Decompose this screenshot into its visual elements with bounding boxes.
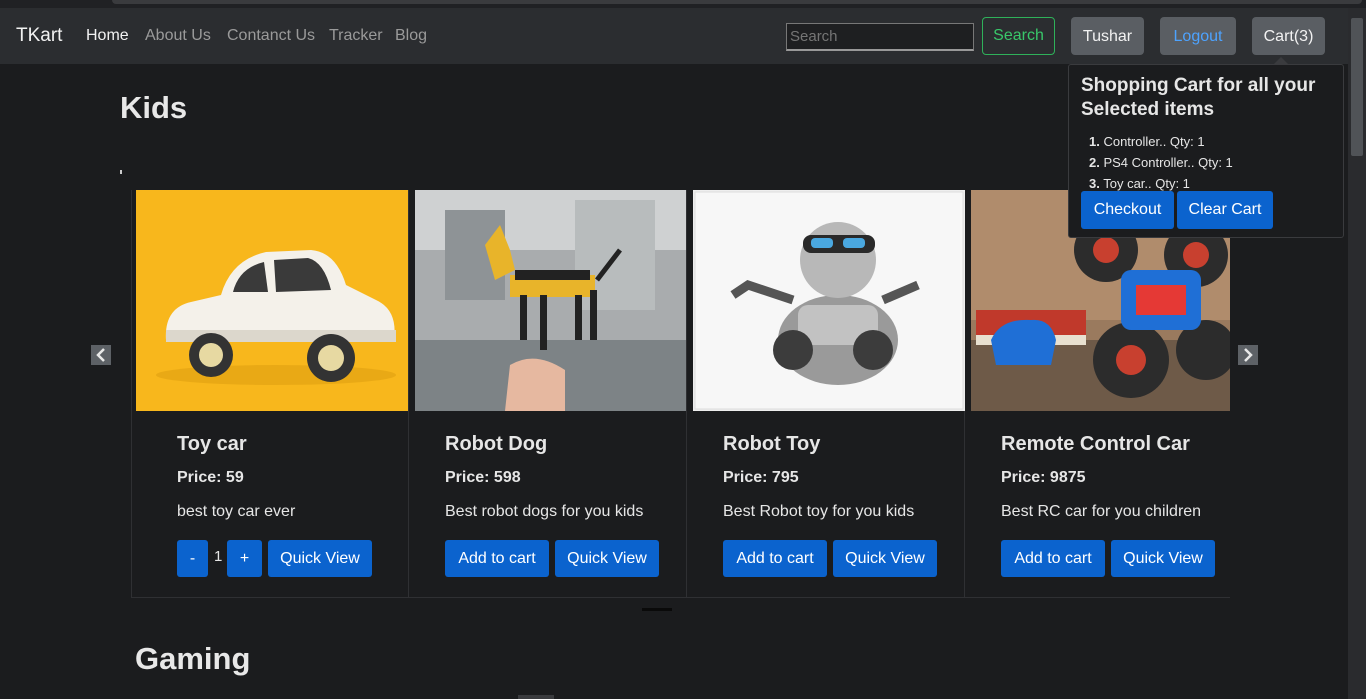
search-input[interactable] xyxy=(786,23,974,51)
chevron-right-icon xyxy=(1244,348,1253,362)
clear-cart-button[interactable]: Clear Cart xyxy=(1177,191,1273,229)
product-image-robot-toy xyxy=(693,190,965,411)
product-title: Robot Dog xyxy=(445,433,548,455)
product-title: Toy car xyxy=(177,433,247,455)
quick-view-button[interactable]: Quick View xyxy=(555,540,659,577)
cart-popover: Shopping Cart for all your Selected item… xyxy=(1068,57,1344,238)
carousel-indicator[interactable] xyxy=(642,608,672,611)
nav-link-contact[interactable]: Contanct Us xyxy=(227,27,315,45)
cart-popover-title: Shopping Cart for all your Selected item… xyxy=(1081,75,1316,120)
nav-link-blog[interactable]: Blog xyxy=(395,27,427,45)
cart-items-list: 1. Controller.. Qty: 1 2. PS4 Controller… xyxy=(1089,131,1233,194)
cart-button[interactable]: Cart(3) xyxy=(1252,17,1325,55)
qty-value: 1 xyxy=(214,548,223,565)
product-description: Best Robot toy for you kids xyxy=(723,503,915,520)
navbar: TKart Home About Us Contanct Us Tracker … xyxy=(0,8,1348,64)
quick-view-button[interactable]: Quick View xyxy=(268,540,372,577)
product-description: Best RC car for you children xyxy=(1001,503,1202,520)
product-image-robot-dog xyxy=(415,190,686,411)
increase-qty-button[interactable]: + xyxy=(227,540,262,577)
cart-item-text: Controller.. Qty: 1 xyxy=(1099,134,1205,149)
nav-link-about[interactable]: About Us xyxy=(145,27,211,45)
product-title: Remote Control Car xyxy=(1001,433,1190,455)
product-price: Price: 598 xyxy=(445,469,521,486)
add-to-cart-button[interactable]: Add to cart xyxy=(723,540,827,577)
quick-view-button[interactable]: Quick View xyxy=(1111,540,1215,577)
product-card-robot-toy: Robot Toy Price: 795 Best Robot toy for … xyxy=(687,190,965,598)
add-to-cart-button[interactable]: Add to cart xyxy=(1001,540,1105,577)
carousel-next-button[interactable] xyxy=(1238,345,1258,365)
quick-view-button[interactable]: Quick View xyxy=(833,540,937,577)
product-card-toy-car: Toy car Price: 59 best toy car ever - 1 … xyxy=(131,190,409,598)
product-image-toy-car xyxy=(136,190,408,411)
scrollbar-thumb[interactable] xyxy=(1351,18,1363,156)
decrease-qty-button[interactable]: - xyxy=(177,540,208,577)
browser-top-strip xyxy=(0,0,1366,8)
cart-item-number: 1. xyxy=(1089,134,1100,149)
cart-item: 1. Controller.. Qty: 1 xyxy=(1089,131,1233,152)
section-title-gaming: Gaming xyxy=(135,641,251,676)
product-card-remote-control-car: Remote Control Car Price: 9875 Best RC c… xyxy=(965,190,1230,598)
cart-item-text: PS4 Controller.. Qty: 1 xyxy=(1099,155,1233,170)
nav-link-home[interactable]: Home xyxy=(86,27,129,45)
cart-item-number: 2. xyxy=(1089,155,1100,170)
gaming-carousel-edge xyxy=(518,695,554,699)
divider-dot xyxy=(120,170,122,174)
user-button[interactable]: Tushar xyxy=(1071,17,1144,55)
product-description: best toy car ever xyxy=(177,503,296,520)
nav-link-tracker[interactable]: Tracker xyxy=(329,27,383,45)
checkout-button[interactable]: Checkout xyxy=(1081,191,1174,229)
product-price: Price: 59 xyxy=(177,469,244,486)
chevron-left-icon xyxy=(96,348,105,362)
browser-tab-bar xyxy=(112,0,1362,4)
cart-item-text: Toy car.. Qty: 1 xyxy=(1099,176,1190,191)
search-button[interactable]: Search xyxy=(982,17,1055,55)
product-price: Price: 9875 xyxy=(1001,469,1086,486)
carousel-prev-button[interactable] xyxy=(91,345,111,365)
product-price: Price: 795 xyxy=(723,469,799,486)
product-card-robot-dog: Robot Dog Price: 598 Best robot dogs for… xyxy=(409,190,687,598)
product-title: Robot Toy xyxy=(723,433,821,455)
popover-arrow xyxy=(1273,57,1289,65)
page-scrollbar[interactable] xyxy=(1348,8,1366,699)
logout-button[interactable]: Logout xyxy=(1160,17,1236,55)
add-to-cart-button[interactable]: Add to cart xyxy=(445,540,549,577)
brand-logo[interactable]: TKart xyxy=(16,25,62,47)
section-title-kids: Kids xyxy=(120,90,188,125)
product-description: Best robot dogs for you kids xyxy=(445,503,644,520)
cart-item: 2. PS4 Controller.. Qty: 1 xyxy=(1089,152,1233,173)
cart-item-number: 3. xyxy=(1089,176,1100,191)
